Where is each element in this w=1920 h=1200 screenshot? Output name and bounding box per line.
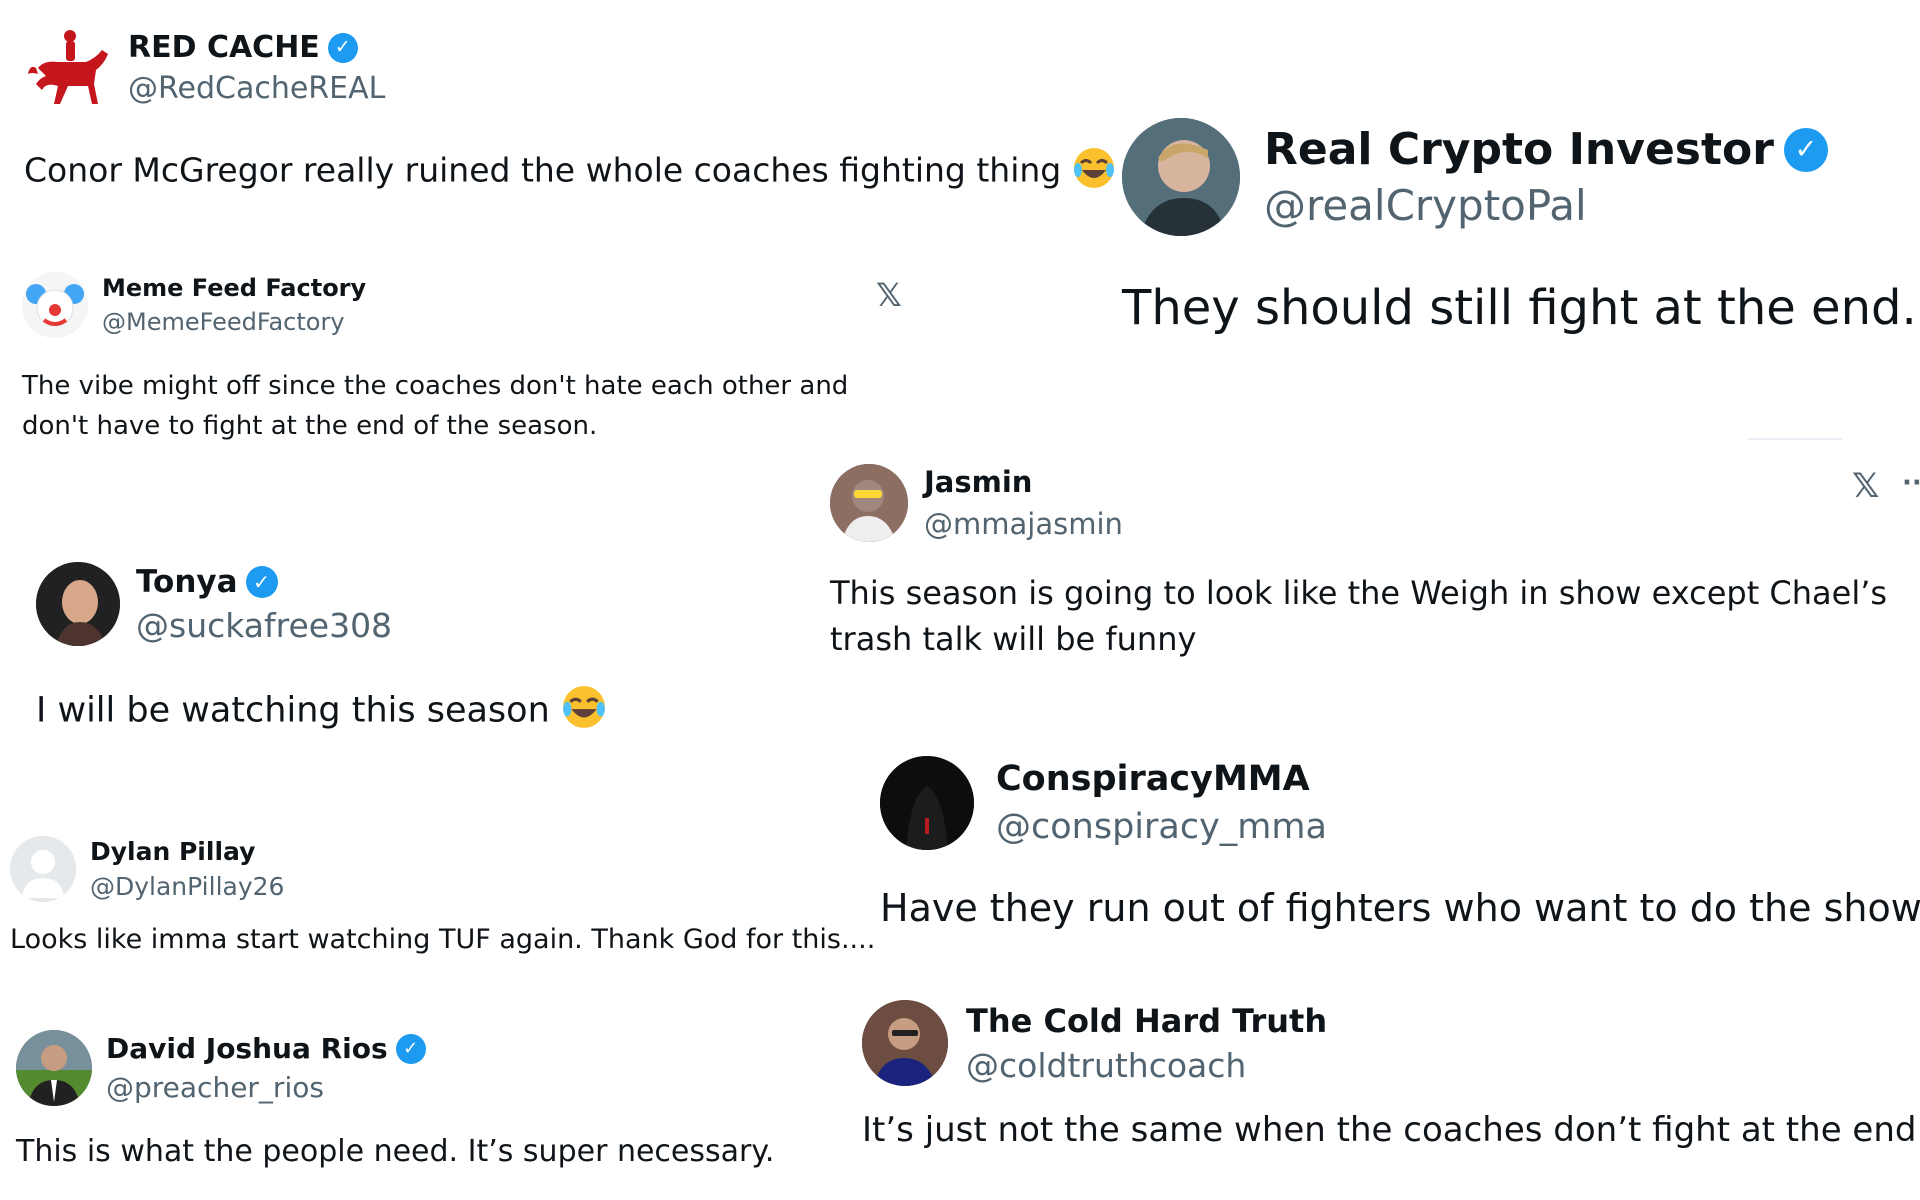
x-logo-icon[interactable]: 𝕏 <box>1852 466 1879 506</box>
user-handle[interactable]: @coldtruthcoach <box>966 1046 1327 1085</box>
user-display-name[interactable]: RED CACHE <box>128 30 320 65</box>
tweet-text: Have they run out of fighters who want t… <box>880 886 1920 930</box>
verified-badge-icon: ✓ <box>1783 127 1828 172</box>
default-user-avatar[interactable] <box>10 836 76 902</box>
user-display-name[interactable]: Tonya <box>136 564 238 600</box>
horse-rider-logo-icon[interactable] <box>24 24 112 112</box>
tweet-text: It’s just not the same when the coaches … <box>862 1110 1920 1150</box>
user-handle[interactable]: @realCryptoPal <box>1264 181 1828 230</box>
tweet-card-red-cache[interactable]: RED CACHE ✓ @RedCacheREAL Conor McGregor… <box>24 24 1114 198</box>
user-display-name[interactable]: ConspiracyMMA <box>996 759 1327 799</box>
tweet-card-meme-feed[interactable]: Meme Feed Factory @MemeFeedFactory 𝕏 The… <box>22 272 902 446</box>
tweet-card-david[interactable]: David Joshua Rios ✓ @preacher_rios This … <box>16 1030 846 1169</box>
tweet-text: The vibe might off since the coaches don… <box>22 371 849 441</box>
tweet-text: I will be watching this season <box>36 684 736 739</box>
verified-badge-icon: ✓ <box>395 1033 426 1064</box>
user-handle[interactable]: @RedCacheREAL <box>128 71 385 106</box>
user-display-name[interactable]: Jasmin <box>924 465 1123 499</box>
profile-photo-man[interactable] <box>1122 118 1240 236</box>
user-handle[interactable]: @conspiracy_mma <box>996 807 1327 847</box>
user-display-name[interactable]: Meme Feed Factory <box>102 274 366 302</box>
laughing-tears-emoji <box>561 684 607 739</box>
tweet-card-tonya[interactable]: Tonya ✓ @suckafree308 I will be watching… <box>36 562 736 739</box>
tweet-card-cold-truth[interactable]: The Cold Hard Truth @coldtruthcoach It’s… <box>862 1000 1920 1150</box>
user-display-name[interactable]: The Cold Hard Truth <box>966 1002 1327 1040</box>
user-display-name[interactable]: David Joshua Rios <box>106 1032 388 1065</box>
user-display-name[interactable]: Real Crypto Investor <box>1264 124 1774 175</box>
profile-photo-man[interactable] <box>16 1030 92 1106</box>
tweet-card-jasmin[interactable]: Jasmin @mmajasmin 𝕏 ··· This season is g… <box>830 464 1920 662</box>
tweet-card-real-crypto[interactable]: Real Crypto Investor ✓ @realCryptoPal Th… <box>1122 118 1917 336</box>
tweet-text: They should still fight at the end. <box>1122 280 1917 336</box>
tweet-card-conspiracy[interactable]: ConspiracyMMA @conspiracy_mma Have they … <box>880 756 1920 930</box>
clown-face-avatar[interactable] <box>22 272 88 338</box>
user-handle[interactable]: @MemeFeedFactory <box>102 308 366 336</box>
profile-photo-woman[interactable] <box>830 464 908 542</box>
tweet-text: Looks like imma start watching TUF again… <box>10 924 876 955</box>
user-handle[interactable]: @mmajasmin <box>924 507 1123 541</box>
user-display-name[interactable]: Dylan Pillay <box>90 837 284 866</box>
profile-photo-woman[interactable] <box>36 562 120 646</box>
user-handle[interactable]: @suckafree308 <box>136 606 392 645</box>
tweet-text: Conor McGregor really ruined the whole c… <box>24 146 1114 198</box>
user-handle[interactable]: @preacher_rios <box>106 1071 426 1104</box>
laughing-tears-emoji <box>1072 146 1116 198</box>
divider <box>1748 438 1842 440</box>
profile-photo-man[interactable] <box>862 1000 948 1086</box>
user-handle[interactable]: @DylanPillay26 <box>90 872 284 901</box>
verified-badge-icon: ✓ <box>327 32 358 63</box>
more-options-icon[interactable]: ··· <box>1902 468 1920 498</box>
hooded-figure-avatar[interactable] <box>880 756 974 850</box>
tweet-text: This is what the people need. It’s super… <box>16 1134 775 1169</box>
tweet-text: This season is going to look like the We… <box>830 574 1888 658</box>
tweet-card-dylan[interactable]: Dylan Pillay @DylanPillay26 Looks like i… <box>10 836 876 955</box>
verified-badge-icon: ✓ <box>245 565 278 598</box>
x-logo-icon[interactable]: 𝕏 <box>876 276 902 314</box>
